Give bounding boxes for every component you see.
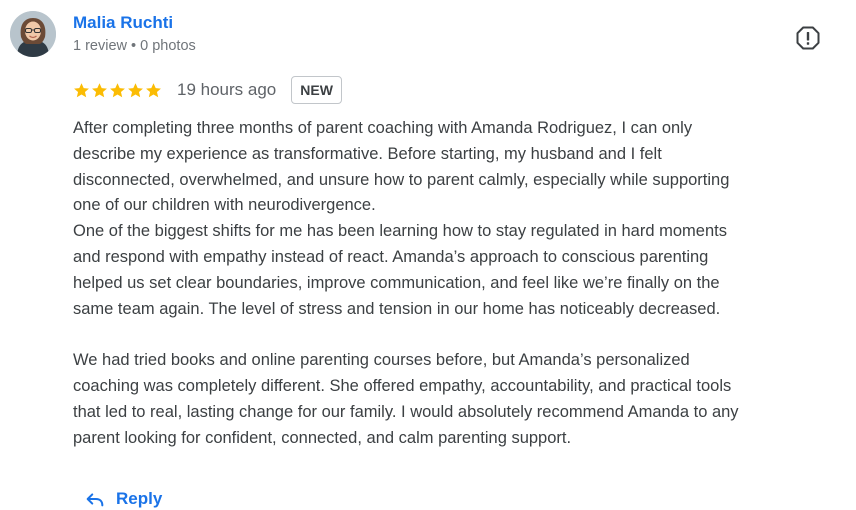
- review-text: After completing three months of parent …: [73, 116, 843, 451]
- star-icon: [92, 82, 107, 97]
- review-line: After completing three months of parent …: [73, 119, 693, 137]
- reply-label: Reply: [116, 489, 163, 508]
- review-line: that led to real, lasting change for our…: [73, 402, 739, 421]
- star-icon: [74, 82, 89, 97]
- star-icon: [110, 82, 125, 97]
- review-line: helped us set clear boundaries, improve …: [73, 273, 720, 292]
- report-icon[interactable]: [795, 25, 821, 51]
- review-line: and respond with empathy instead of reac…: [73, 247, 709, 266]
- reply-arrow-icon: [86, 493, 104, 507]
- star-icon: [128, 82, 143, 97]
- review-line: coaching was completely different. She o…: [73, 376, 732, 395]
- reply-button[interactable]: Reply: [84, 488, 162, 510]
- new-badge: NEW: [291, 76, 342, 104]
- review-line: one of our children with neurodivergence…: [73, 196, 376, 215]
- reviewer-name[interactable]: Malia Ruchti: [73, 13, 173, 33]
- rating-row: 19 hours ago NEW: [73, 75, 342, 105]
- review-line: describe my experience as transformative…: [73, 144, 662, 163]
- reviewer-avatar[interactable]: [10, 11, 56, 57]
- review-line: One of the biggest shifts for me has bee…: [73, 222, 727, 241]
- avatar-photo-icon: [10, 11, 56, 57]
- star-rating: [73, 82, 162, 99]
- review-time: 19 hours ago: [177, 80, 277, 99]
- review-line: same team again. The level of stress and…: [73, 299, 721, 318]
- review-line: parent looking for confident, connected,…: [73, 428, 572, 447]
- reviewer-meta: 1 review • 0 photos: [73, 38, 196, 54]
- star-icon: [146, 82, 161, 97]
- review-line: disconnected, overwhelmed, and unsure ho…: [73, 170, 730, 189]
- review-card: Malia Ruchti 1 review • 0 photos 19 hour…: [0, 0, 856, 508]
- review-line: We had tried books and online parenting …: [73, 351, 690, 370]
